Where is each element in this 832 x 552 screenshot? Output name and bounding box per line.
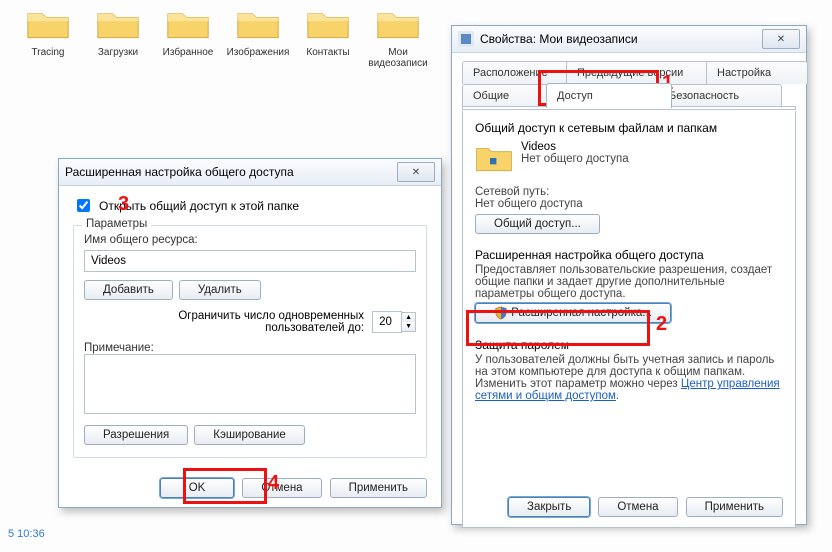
advanced-dialog-buttons: OK Отмена Применить	[160, 478, 427, 498]
spinner-arrows[interactable]: ▲▼	[402, 312, 416, 332]
folder-label: Контакты	[306, 47, 349, 58]
net-path-value: Нет общего доступа	[475, 198, 783, 210]
caching-button[interactable]: Кэширование	[194, 425, 305, 445]
folder-label: Моивидеозаписи	[368, 47, 427, 69]
folder-icon	[166, 4, 210, 45]
share-button[interactable]: Общий доступ...	[475, 214, 600, 234]
tab-previous-versions[interactable]: Предыдущие версии	[566, 61, 720, 84]
chevron-down-icon: ▼	[402, 322, 415, 331]
share-name-input[interactable]	[84, 250, 416, 272]
limit-label-1: Ограничить число одновременных	[178, 310, 364, 322]
password-protect-desc: У пользователей должны быть учетная запи…	[475, 354, 783, 402]
remove-button[interactable]: Удалить	[179, 280, 261, 300]
share-folder-checkbox[interactable]	[77, 199, 90, 212]
password-protect-header: Защита паролем	[475, 338, 783, 352]
properties-tabs: Расположение Предыдущие версии Настройка…	[462, 61, 796, 111]
tab-customize[interactable]: Настройка	[706, 61, 808, 84]
annotation-4: 4	[268, 472, 279, 495]
tab-sharing[interactable]: Доступ	[546, 83, 672, 108]
tab-security[interactable]: Безопасность	[658, 84, 782, 107]
folder-label: Tracing	[32, 47, 65, 58]
folder-контакты[interactable]: Контакты	[298, 4, 358, 69]
annotation-3: 3	[118, 193, 129, 216]
user-limit-spinner[interactable]: ▲▼	[372, 311, 416, 333]
advanced-sharing-dialog: Расширенная настройка общего доступа ✕ О…	[58, 158, 442, 508]
close-button[interactable]: Закрыть	[508, 497, 590, 517]
folder-icon	[306, 4, 350, 45]
folder-icon	[376, 4, 420, 45]
limit-label-2: пользователей до:	[178, 322, 364, 334]
sharing-pane: Общий доступ к сетевым файлам и папкам V…	[462, 111, 796, 528]
properties-button-row: Закрыть Отмена Применить	[508, 497, 783, 517]
apply-button[interactable]: Применить	[686, 497, 783, 517]
apply-button[interactable]: Применить	[330, 478, 427, 498]
close-icon[interactable]: ✕	[397, 162, 435, 182]
share-folder-icon	[475, 141, 513, 178]
status-time: 5 10:36	[8, 528, 45, 540]
folder-избранное[interactable]: Избранное	[158, 4, 218, 69]
network-share-header: Общий доступ к сетевым файлам и папкам	[475, 121, 783, 135]
parameters-group: Параметры Имя общего ресурса: Добавить У…	[73, 225, 427, 458]
folder-icon	[26, 4, 70, 45]
advanced-sharing-titlebar: Расширенная настройка общего доступа ✕	[59, 159, 441, 186]
folder-icon	[96, 4, 140, 45]
folder-label: Загрузки	[98, 47, 138, 58]
chevron-up-icon: ▲	[402, 313, 415, 322]
ok-button[interactable]: OK	[160, 478, 235, 498]
note-label: Примечание:	[84, 342, 154, 354]
folder-icon	[236, 4, 280, 45]
advanced-share-desc: Предоставляет пользовательские разрешени…	[475, 264, 783, 300]
share-status: Нет общего доступа	[521, 153, 629, 165]
control-panel-icon	[458, 31, 474, 47]
folder-tracing[interactable]: Tracing	[18, 4, 78, 69]
folder-изображения[interactable]: Изображения	[228, 4, 288, 69]
add-button[interactable]: Добавить	[84, 280, 173, 300]
close-icon[interactable]: ✕	[762, 29, 800, 49]
parameters-legend: Параметры	[82, 218, 151, 230]
folder-мои-видеозаписи[interactable]: Моивидеозаписи	[368, 4, 428, 69]
cancel-button[interactable]: Отмена	[598, 497, 677, 517]
desktop-folder-row: Tracing Загрузки Избранное Изображения Конта…	[0, 0, 446, 73]
cancel-button[interactable]: Отмена	[242, 478, 321, 498]
advanced-sharing-title: Расширенная настройка общего доступа	[65, 165, 294, 179]
tab-location[interactable]: Расположение	[462, 61, 580, 84]
advanced-share-header: Расширенная настройка общего доступа	[475, 248, 783, 262]
folder-загрузки[interactable]: Загрузки	[88, 4, 148, 69]
folder-label: Изображения	[227, 47, 290, 58]
note-textarea[interactable]	[84, 354, 416, 414]
properties-title: Свойства: Мои видеозаписи	[480, 32, 638, 46]
user-limit-input[interactable]	[372, 311, 402, 333]
folder-label: Избранное	[163, 47, 214, 58]
properties-dialog: Свойства: Мои видеозаписи ✕ Расположение…	[451, 25, 807, 525]
share-folder-name: Videos	[521, 141, 629, 153]
permissions-button[interactable]: Разрешения	[84, 425, 188, 445]
shield-icon	[494, 307, 508, 319]
share-name-label: Имя общего ресурса:	[84, 234, 198, 246]
net-path-label: Сетевой путь:	[475, 186, 783, 198]
annotation-2: 2	[656, 313, 667, 336]
properties-titlebar: Свойства: Мои видеозаписи ✕	[452, 26, 806, 53]
advanced-sharing-button[interactable]: Расширенная настройка...	[475, 303, 671, 323]
